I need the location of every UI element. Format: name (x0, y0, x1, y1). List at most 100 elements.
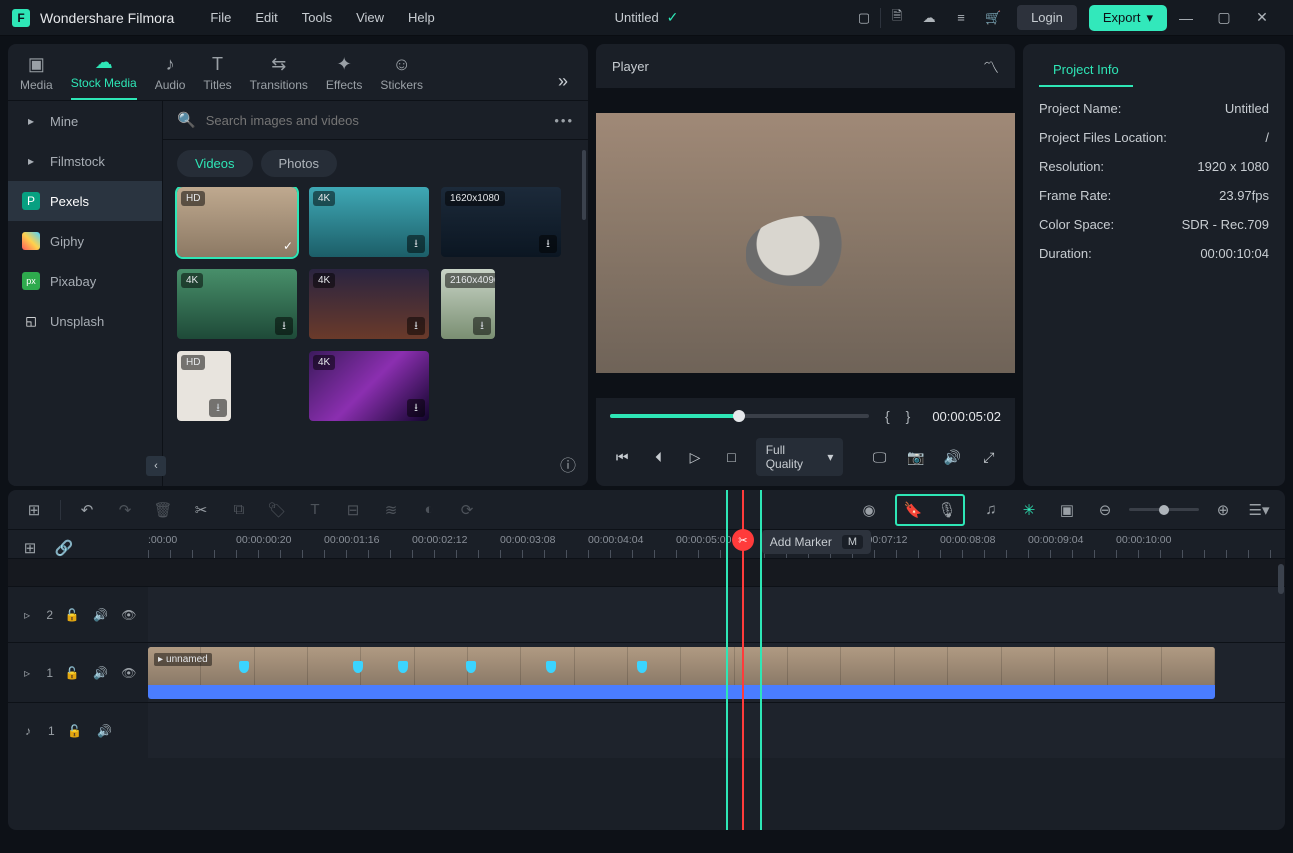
seek-slider[interactable] (610, 414, 869, 418)
fullscreen-icon[interactable]: ⤢ (977, 444, 1001, 470)
sidebar-item-giphy[interactable]: Giphy (8, 221, 162, 261)
zoom-slider[interactable] (1129, 508, 1199, 511)
zoom-out-icon[interactable]: ⊖ (1093, 498, 1117, 522)
media-thumbnail[interactable]: 1620x1080⭳ (441, 187, 561, 257)
sidebar-item-unsplash[interactable]: ◱Unsplash (8, 301, 162, 341)
voiceover-icon[interactable]: 🎙 (935, 498, 959, 522)
music-icon[interactable]: ♫ (979, 498, 1003, 522)
quality-dropdown[interactable]: Full Quality▾ (756, 438, 844, 476)
mark-in-icon[interactable]: { (885, 408, 890, 424)
cart-icon[interactable]: 🛒 (979, 4, 1007, 32)
download-icon[interactable]: ⭳ (539, 235, 557, 253)
mark-out-icon[interactable]: } (906, 408, 911, 424)
menu-tools[interactable]: Tools (290, 10, 344, 25)
sidebar-item-pixabay[interactable]: pxPixabay (8, 261, 162, 301)
marker-icon[interactable] (546, 661, 556, 673)
track-view-icon[interactable]: ☰▾ (1247, 498, 1271, 522)
marker-icon[interactable] (239, 661, 249, 673)
download-icon[interactable]: ⭳ (209, 399, 227, 417)
download-icon[interactable]: ⭳ (407, 235, 425, 253)
menu-icon[interactable]: ≡ (947, 4, 975, 32)
subtab-photos[interactable]: Photos (261, 150, 337, 177)
mute-icon[interactable]: 🔊 (91, 605, 109, 625)
timeline-ruler[interactable]: ⊞ 🔗 :00:0000:00:00:2000:00:01:1600:00:02… (8, 530, 1285, 558)
visibility-icon[interactable]: 👁 (120, 663, 138, 683)
snapshot-icon[interactable]: 📷 (904, 444, 928, 470)
more-menu-icon[interactable]: ••• (554, 113, 574, 128)
link-icon[interactable]: 🔗 (52, 536, 76, 560)
close-button[interactable]: ✕ (1243, 0, 1281, 36)
lock-icon[interactable]: 🔓 (63, 605, 81, 625)
preview-panel: Player 〽 {} 00:00:05:02 ⏮ ⏴ ▷ □ Full Qua… (596, 44, 1015, 486)
layout-icon[interactable]: ▢ (850, 4, 878, 32)
download-icon[interactable]: ⭳ (473, 317, 491, 335)
tab-titles[interactable]: TTitles (203, 54, 231, 100)
tab-transitions[interactable]: ⇆Transitions (250, 54, 308, 100)
media-thumbnail[interactable]: 4K⭳ (177, 269, 297, 339)
minimize-button[interactable]: — (1167, 0, 1205, 36)
timeline-scrollbar[interactable] (1277, 564, 1285, 822)
download-icon[interactable]: ⭳ (407, 317, 425, 335)
lock-icon[interactable]: 🔓 (65, 721, 85, 741)
scope-icon[interactable]: 〽 (983, 54, 999, 78)
tab-stock-media[interactable]: ☁Stock Media (71, 52, 137, 100)
search-input[interactable] (206, 113, 545, 128)
sidebar-item-pexels[interactable]: PPexels (8, 181, 162, 221)
undo-icon[interactable]: ↶ (75, 498, 99, 522)
split-icon[interactable]: ✂ (189, 498, 213, 522)
sidebar-item-mine[interactable]: ▸Mine (8, 101, 162, 141)
info-icon[interactable]: ⓘ (560, 452, 576, 476)
magnet-icon[interactable]: ✳ (1017, 498, 1041, 522)
tab-project-info[interactable]: Project Info (1039, 54, 1133, 87)
media-thumbnail[interactable]: 4K⭳ (309, 269, 429, 339)
step-back-icon[interactable]: ⏴ (646, 444, 670, 470)
menu-view[interactable]: View (344, 10, 396, 25)
render-icon[interactable]: ◉ (857, 498, 881, 522)
menu-help[interactable]: Help (396, 10, 447, 25)
subtab-videos[interactable]: Videos (177, 150, 253, 177)
save-icon[interactable]: 🗎 (883, 4, 911, 32)
lock-icon[interactable]: 🔓 (63, 663, 81, 683)
media-thumbnail[interactable]: 4K⭳ (309, 351, 429, 421)
tab-media[interactable]: ▣Media (20, 54, 53, 100)
marker-icon[interactable] (353, 661, 363, 673)
media-thumbnail[interactable]: HD✓ (177, 187, 297, 257)
pixabay-icon: px (22, 272, 40, 290)
audio-clip[interactable] (148, 685, 1215, 699)
preview-viewport[interactable] (596, 113, 1015, 373)
prev-frame-icon[interactable]: ⏮ (610, 444, 634, 470)
export-button[interactable]: Export▾ (1089, 5, 1167, 31)
maximize-button[interactable]: ▢ (1205, 0, 1243, 36)
download-icon[interactable]: ⭳ (407, 399, 425, 417)
volume-icon[interactable]: 🔊 (940, 444, 964, 470)
display-icon[interactable]: 🖵 (867, 444, 891, 470)
tab-stickers[interactable]: ☺Stickers (380, 54, 423, 100)
playhead[interactable]: ✂ (742, 490, 744, 830)
expand-tabs-icon[interactable]: » (550, 63, 576, 100)
menu-file[interactable]: File (198, 10, 243, 25)
apps-icon[interactable]: ⊞ (22, 498, 46, 522)
media-thumbnail[interactable]: 2160x4096⭳ (441, 269, 495, 339)
download-icon[interactable]: ⭳ (275, 317, 293, 335)
frame-icon[interactable]: ▣ (1055, 498, 1079, 522)
menu-edit[interactable]: Edit (243, 10, 289, 25)
visibility-icon[interactable]: 👁 (120, 605, 138, 625)
marker-icon[interactable] (637, 661, 647, 673)
zoom-in-icon[interactable]: ⊕ (1211, 498, 1235, 522)
media-thumbnail[interactable]: HD⭳ (177, 351, 231, 421)
thumb-scrollbar[interactable] (582, 150, 586, 446)
mute-icon[interactable]: 🔊 (95, 721, 115, 741)
login-button[interactable]: Login (1017, 5, 1077, 30)
add-marker-icon[interactable]: 🔖 (901, 498, 925, 522)
mute-icon[interactable]: 🔊 (91, 663, 109, 683)
playhead-split-icon[interactable]: ✂ (732, 529, 754, 551)
sidebar-item-filmstock[interactable]: ▸Filmstock (8, 141, 162, 181)
media-thumbnail[interactable]: 4K⭳ (309, 187, 429, 257)
stop-icon[interactable]: □ (719, 444, 743, 470)
track-add-icon[interactable]: ⊞ (18, 536, 42, 560)
play-icon[interactable]: ▷ (683, 444, 707, 470)
tab-effects[interactable]: ✦Effects (326, 54, 362, 100)
cloud-icon[interactable]: ☁ (915, 4, 943, 32)
collapse-sidebar-icon[interactable]: ‹ (146, 456, 166, 476)
tab-audio[interactable]: ♪Audio (155, 54, 186, 100)
